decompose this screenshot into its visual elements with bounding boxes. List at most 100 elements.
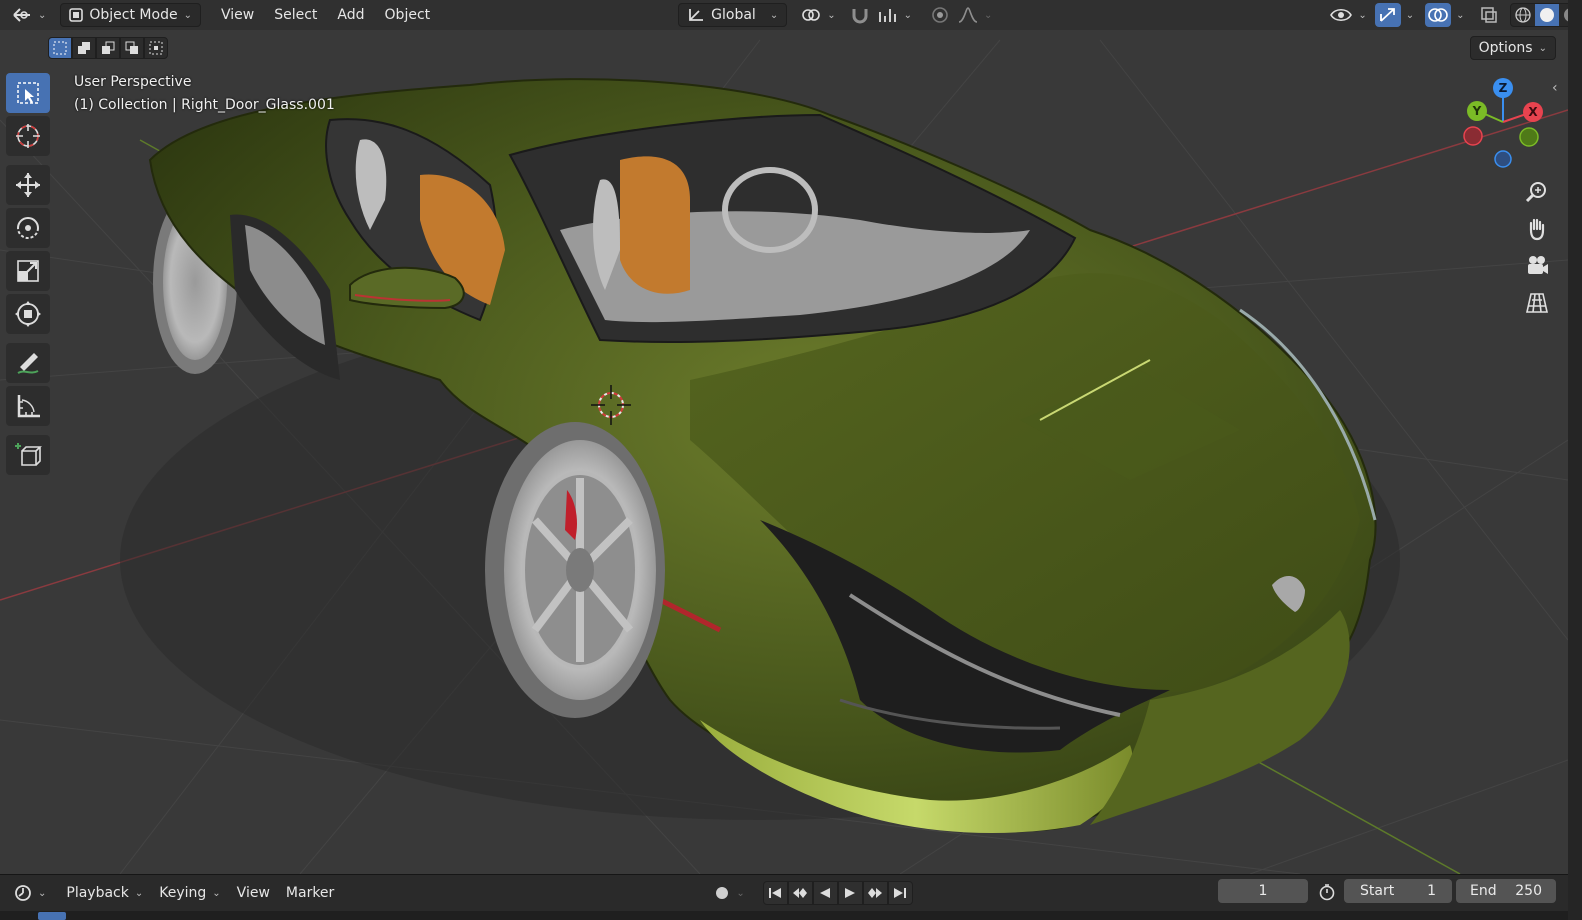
overlays-dropdown[interactable]: ⌄ — [1451, 3, 1467, 27]
scale-icon — [14, 257, 42, 285]
perspective-toggle-button[interactable] — [1520, 286, 1554, 320]
gizmo-arrows-icon — [1378, 6, 1398, 24]
material-icon[interactable] — [1559, 4, 1568, 26]
proportional-edit-toggle[interactable] — [926, 3, 954, 27]
end-value: 250 — [1515, 883, 1542, 899]
keying-menu[interactable]: Keying ⌄ — [151, 881, 228, 905]
gizmo-z-label: Z — [1499, 81, 1508, 95]
xray-toggle[interactable] — [1476, 3, 1502, 27]
select-subtract-button[interactable] — [96, 37, 120, 59]
wireframe-icon[interactable] — [1511, 4, 1535, 26]
viewport-header: ⌄ Object Mode ⌄ View Select Add Object G… — [0, 0, 1568, 30]
zoom-icon — [1525, 180, 1549, 204]
front-wheel — [485, 422, 665, 718]
sidebar-collapse-arrow[interactable]: ‹ — [1552, 80, 1558, 96]
select-box-icon — [15, 80, 41, 106]
timeline-scrub-area[interactable] — [0, 911, 1568, 920]
chevron-down-icon: ⌄ — [38, 887, 47, 899]
falloff-dropdown[interactable]: ⌄ — [954, 3, 996, 27]
start-frame-field[interactable]: Start 1 — [1344, 879, 1452, 903]
keyframe-forward-icon — [867, 886, 883, 900]
object-info-label: (1) Collection | Right_Door_Glass.001 — [74, 97, 335, 113]
select-box-tool[interactable] — [6, 73, 50, 113]
jump-end-button[interactable] — [887, 881, 913, 905]
jump-keyframe-forward-button[interactable] — [862, 881, 888, 905]
move-icon — [14, 171, 42, 199]
pivot-point-icon — [801, 6, 821, 24]
end-label: End — [1470, 883, 1497, 899]
timeline-editor-type-dropdown[interactable]: ⌄ — [6, 881, 54, 905]
add-cube-tool[interactable] — [6, 435, 50, 475]
chevron-down-icon: ⌄ — [183, 9, 192, 21]
start-label: Start — [1360, 883, 1395, 899]
shading-group — [1509, 3, 1568, 27]
menu-view[interactable]: View — [213, 3, 262, 27]
annotate-tool[interactable] — [6, 343, 50, 383]
transform-orientation-dropdown[interactable]: Global ⌄ — [678, 3, 788, 27]
chevron-down-icon: ⌄ — [1538, 42, 1547, 54]
gizmo-toggle[interactable] — [1374, 3, 1401, 27]
pivot-point-dropdown[interactable]: ⌄ — [793, 3, 843, 27]
current-frame-indicator[interactable] — [38, 912, 66, 920]
hand-pan-icon — [1525, 217, 1549, 241]
snap-toggle[interactable] — [846, 3, 874, 27]
play-icon — [843, 886, 857, 900]
play-reverse-icon — [818, 886, 832, 900]
chevron-down-icon: ⌄ — [983, 9, 993, 21]
navigation-gizmo[interactable]: Z X Y — [1458, 76, 1548, 172]
playback-menu[interactable]: Playback ⌄ — [58, 881, 151, 905]
stopwatch-icon[interactable] — [1318, 883, 1336, 901]
cursor-tool[interactable] — [6, 116, 50, 156]
solid-icon[interactable] — [1534, 4, 1559, 26]
menu-add[interactable]: Add — [329, 3, 372, 27]
select-new-button[interactable] — [48, 37, 72, 59]
select-intersect-button[interactable] — [144, 37, 168, 59]
pan-button[interactable] — [1520, 212, 1554, 246]
jump-end-icon — [893, 886, 907, 900]
menu-select[interactable]: Select — [266, 3, 325, 27]
current-frame-field[interactable]: 1 — [1218, 879, 1308, 903]
select-extend-button[interactable] — [72, 37, 96, 59]
overlay-circles-icon — [1428, 6, 1448, 24]
clock-editor-icon — [14, 884, 32, 902]
jump-start-button[interactable] — [762, 881, 788, 905]
add-cube-icon — [14, 441, 42, 469]
zoom-button[interactable] — [1520, 175, 1554, 209]
auto-keying-toggle[interactable]: ⌄ — [706, 881, 752, 905]
marker-menu[interactable]: Marker — [278, 881, 342, 905]
rotate-icon — [14, 214, 42, 242]
end-frame-field[interactable]: End 250 — [1456, 879, 1556, 903]
scale-tool[interactable] — [6, 251, 50, 291]
play-button[interactable] — [837, 881, 863, 905]
menu-object[interactable]: Object — [377, 3, 439, 27]
play-reverse-button[interactable] — [812, 881, 838, 905]
object-mode-icon — [69, 8, 84, 22]
options-label: Options — [1478, 40, 1533, 56]
overlays-toggle[interactable] — [1425, 3, 1452, 27]
camera-view-button[interactable] — [1520, 249, 1554, 283]
3d-viewport[interactable]: ⌄ Object Mode ⌄ View Select Add Object G… — [0, 0, 1568, 874]
jump-keyframe-back-button[interactable] — [787, 881, 813, 905]
chevron-down-icon: ⌄ — [134, 887, 144, 899]
view-name-label: User Perspective — [74, 74, 192, 90]
chevron-down-icon: ⌄ — [827, 9, 836, 21]
visibility-dropdown[interactable]: ⌄ — [1326, 3, 1370, 27]
timeline-view-menu[interactable]: View — [229, 881, 278, 905]
chevron-down-icon: ⌄ — [38, 9, 47, 21]
snap-target-dropdown[interactable]: ⌄ — [874, 3, 916, 27]
options-dropdown[interactable]: Options ⌄ — [1469, 36, 1556, 60]
eye-icon — [1330, 6, 1353, 24]
gizmo-dropdown[interactable]: ⌄ — [1401, 3, 1417, 27]
move-tool[interactable] — [6, 165, 50, 205]
editor-type-dropdown[interactable]: ⌄ — [4, 3, 54, 27]
rotate-tool[interactable] — [6, 208, 50, 248]
orientation-label: Global — [711, 7, 756, 23]
chevron-down-icon: ⌄ — [1456, 9, 1465, 21]
tool-shelf — [6, 73, 52, 478]
transform-tool[interactable] — [6, 294, 50, 334]
select-invert-button[interactable] — [120, 37, 144, 59]
jump-start-icon — [768, 886, 782, 900]
right-region-strip — [1568, 0, 1582, 920]
mode-dropdown[interactable]: Object Mode ⌄ — [60, 3, 201, 27]
measure-tool[interactable] — [6, 386, 50, 426]
